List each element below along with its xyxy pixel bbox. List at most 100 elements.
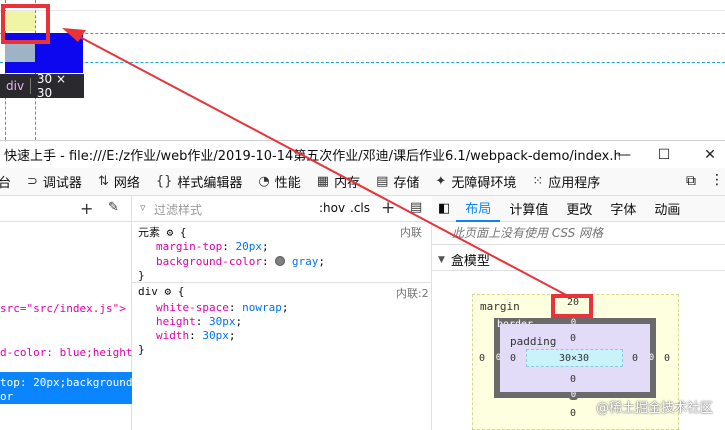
layout-pane: ◧ 布局 计算值 更改 字体 动画 此页面上没有使用 CSS 网格 ▼ 盒模型 …: [432, 196, 725, 430]
padding-left-value[interactable]: 0: [507, 353, 519, 364]
tab-accessibility[interactable]: ✦ 无障碍环境: [435, 172, 516, 191]
tab-layout[interactable]: 布局: [456, 196, 501, 222]
eyedropper-icon[interactable]: ✎: [108, 200, 119, 215]
padding-top-value[interactable]: 0: [567, 333, 579, 344]
dock-icon[interactable]: ⧉: [686, 173, 696, 189]
close-button[interactable]: ✕: [700, 145, 720, 165]
margin-bottom-value[interactable]: 0: [567, 408, 579, 419]
tab-performance[interactable]: ◔ 性能: [258, 172, 300, 191]
add-node-icon[interactable]: +: [80, 199, 93, 218]
guide-line: [0, 62, 725, 63]
tab-label: 调试器: [42, 176, 82, 191]
style-editor-icon: {}: [155, 174, 173, 189]
toggle-sidebar-icon[interactable]: ◧: [432, 196, 456, 222]
accessibility-icon: ✦: [435, 174, 447, 189]
tooltip-dimensions: 30 × 30: [36, 72, 67, 100]
tab-computed[interactable]: 计算值: [500, 196, 557, 222]
tab-label: 内存: [334, 176, 361, 191]
window-title: 快速上手 - file:///E:/z作业/web作业/2019-10-14第五…: [4, 149, 620, 164]
tab-changes[interactable]: 更改: [557, 196, 601, 222]
rule-declaration[interactable]: height: 30px;: [156, 315, 242, 328]
prop-name: height: [156, 315, 196, 328]
div-rule-header: div ⚙ {: [138, 285, 184, 298]
markup-line[interactable]: src="src/index.js">: [0, 302, 126, 315]
memory-icon: ▦: [316, 174, 330, 189]
rule-declaration[interactable]: margin-top: 20px;: [156, 240, 269, 253]
markup-line[interactable]: top: 20px;background-: [0, 376, 139, 389]
application-icon: ⁙: [532, 174, 544, 189]
margin-annotation-box: [551, 294, 593, 318]
margin-right-value[interactable]: 0: [661, 353, 673, 364]
markup-line[interactable]: d-color: blue;height:: [0, 346, 139, 359]
network-icon: ⇅: [97, 174, 109, 189]
color-swatch[interactable]: [275, 256, 286, 266]
filter-icon: ▿: [140, 201, 146, 214]
maximize-button[interactable]: ☐: [654, 145, 674, 165]
hover-states-button[interactable]: :hov: [319, 201, 345, 215]
storage-icon: ▤: [376, 174, 389, 189]
rule-declaration[interactable]: white-space: nowrap;: [156, 301, 288, 314]
tab-label: 存储: [393, 176, 420, 191]
prop-value[interactable]: gray: [292, 255, 319, 268]
gear-icon: ⚙ {: [166, 226, 187, 239]
gear-icon: ⚙ {: [164, 285, 185, 298]
tab-style-editor[interactable]: {} 样式编辑器: [156, 172, 243, 191]
prop-name: background-color: [156, 255, 262, 268]
tab-label: 网络: [113, 176, 140, 191]
tab-label: 应用程序: [548, 176, 601, 191]
page-preview: div 30 × 30: [0, 0, 725, 140]
rule-close-brace: }: [138, 269, 145, 282]
tab-application[interactable]: ⁙ 应用程序: [532, 172, 600, 191]
minimize-button[interactable]: —: [614, 145, 634, 165]
classes-button[interactable]: .cls: [350, 201, 370, 215]
element-rule-header: 元素 ⚙ {: [138, 224, 187, 240]
rule-source[interactable]: 内联: [400, 224, 422, 240]
tab-storage[interactable]: ▤ 存储: [376, 172, 419, 191]
markup-pane: + ✎ src="src/index.js"> d-color: blue;he…: [0, 196, 139, 430]
padding-right-value[interactable]: 0: [629, 353, 641, 364]
more-options-icon[interactable]: ⋮: [710, 172, 724, 188]
print-media-icon[interactable]: ▤: [410, 200, 422, 215]
tab-inspector[interactable]: 台: [0, 172, 11, 191]
guide-line: [0, 10, 725, 11]
tab-animations[interactable]: 动画: [645, 196, 689, 222]
margin-left-value[interactable]: 0: [476, 353, 488, 364]
tab-label: 台: [0, 176, 12, 191]
element-tooltip: div 30 × 30: [0, 72, 84, 100]
add-rule-icon[interactable]: +: [381, 198, 395, 218]
rule-declaration[interactable]: width: 30px;: [156, 329, 236, 342]
filter-styles-input[interactable]: 过滤样式: [154, 201, 202, 218]
markup-toolbar: + ✎: [0, 196, 132, 222]
rule-declaration[interactable]: background-color: gray;: [156, 255, 325, 268]
sidebar-tabs: ◧ 布局 计算值 更改 字体 动画: [432, 196, 725, 222]
content-size[interactable]: 30×30: [542, 353, 606, 364]
box-model-header[interactable]: ▼ 盒模型: [438, 250, 490, 269]
margin-label: margin: [480, 300, 520, 313]
rules-toolbar: ▿ 过滤样式 :hov .cls + ▤: [132, 196, 432, 222]
divider: [432, 244, 725, 245]
devtools-toolbar: 台 ⊃ 调试器 ⇅ 网络 {} 样式编辑器 ◔ 性能 ▦ 内存 ▤ 存储 ✦ 无…: [0, 168, 725, 196]
annotation-box: [1, 4, 50, 44]
grid-notice: 此页面上没有使用 CSS 网格: [452, 226, 604, 240]
padding-bottom-value[interactable]: 0: [567, 374, 579, 385]
tab-network[interactable]: ⇅ 网络: [98, 172, 140, 191]
tab-debugger[interactable]: ⊃ 调试器: [27, 172, 82, 191]
tab-fonts[interactable]: 字体: [601, 196, 645, 222]
collapse-arrow-icon: ▼: [438, 254, 445, 265]
rule-selector: div: [138, 285, 158, 298]
watermark: @稀土掘金技术社区: [595, 401, 713, 416]
tab-label: 无障碍环境: [451, 176, 517, 191]
prop-value[interactable]: 30px: [209, 315, 236, 328]
tab-memory[interactable]: ▦ 内存: [317, 172, 360, 191]
box-model-title: 盒模型: [450, 254, 490, 269]
markup-line[interactable]: or: [0, 390, 13, 403]
guide-line: [0, 33, 725, 34]
prop-value[interactable]: 30px: [202, 329, 229, 342]
prop-value[interactable]: 20px: [235, 240, 262, 253]
prop-name: width: [156, 329, 190, 342]
tab-label: 性能: [274, 176, 301, 191]
rule-close-brace: }: [138, 343, 145, 356]
prop-value[interactable]: nowrap: [242, 301, 282, 314]
rule-source[interactable]: 内联:2: [396, 285, 429, 301]
prop-name: margin-top: [156, 240, 223, 253]
